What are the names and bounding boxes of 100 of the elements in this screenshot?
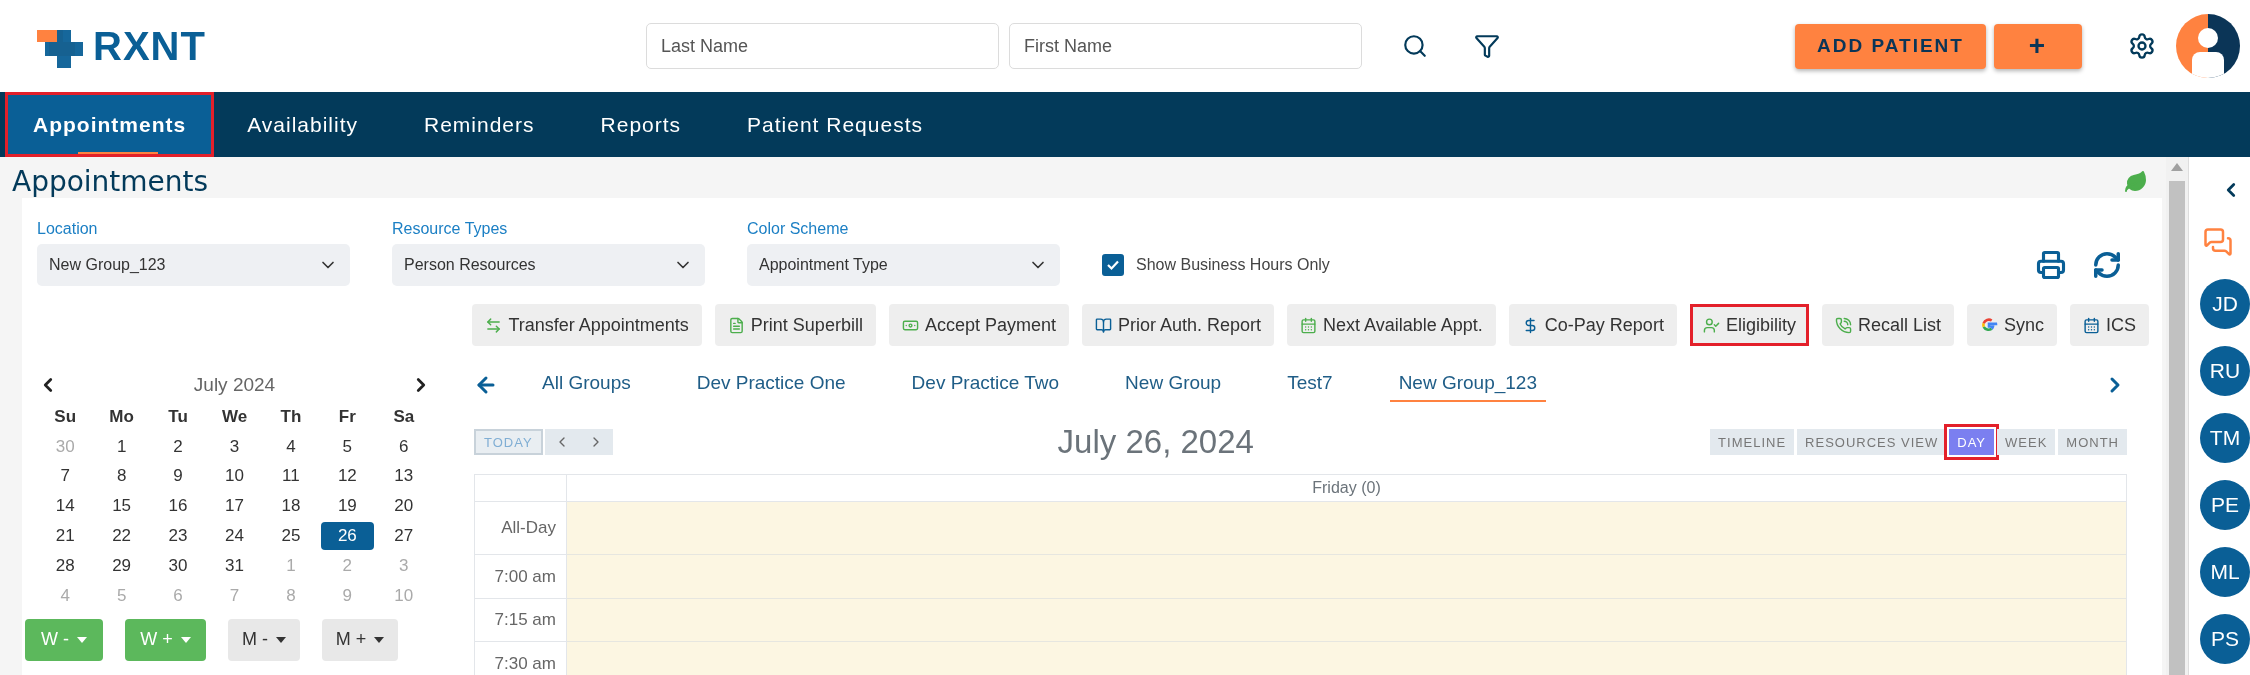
calendar-day[interactable]: 28 (38, 551, 92, 580)
refresh-icon[interactable] (2092, 250, 2122, 280)
weekday-label: Mo (109, 406, 134, 427)
calendar-day[interactable]: 12 (320, 462, 374, 491)
calendar-day[interactable]: 26 (320, 522, 374, 551)
caret-icon (374, 636, 385, 643)
calendar-icon (1300, 316, 1318, 334)
calendar-day[interactable]: 29 (95, 551, 149, 580)
phone-icon (1834, 316, 1852, 334)
caret-icon (180, 636, 191, 643)
weekday-label: Tu (168, 406, 188, 427)
weekday-label: We (221, 406, 248, 427)
toolbar-button[interactable]: Sync (1966, 304, 2057, 346)
user-initials-avatar[interactable]: RU (2200, 346, 2250, 396)
toolbar-button[interactable]: Eligibility (1689, 304, 1809, 346)
calendar-day[interactable]: 16 (151, 492, 205, 521)
user-initials-avatar[interactable]: TM (2200, 413, 2250, 463)
calendar-day[interactable]: 20 (377, 492, 431, 521)
user-initials-avatar[interactable]: PS (2200, 614, 2250, 664)
nav-tab[interactable]: Availability (214, 92, 391, 157)
checkmark-icon (1106, 258, 1120, 272)
add-patient-button[interactable]: ADD PATIENT (1795, 23, 1986, 69)
view-button[interactable]: RESOURCES VIEW (1797, 429, 1947, 455)
calendar-day[interactable]: 22 (95, 522, 149, 551)
calendar-day[interactable]: 7 (38, 462, 92, 491)
group-tab[interactable]: Test7 (1278, 368, 1342, 402)
toolbar-button[interactable]: Next Available Appt. (1287, 304, 1496, 346)
toolbar-button[interactable]: ICS (2070, 304, 2149, 346)
user-avatar[interactable] (2176, 14, 2240, 78)
filter-label: Location (37, 220, 99, 238)
calendar-day[interactable]: 9 (151, 462, 205, 491)
document-icon (727, 316, 745, 334)
calendar-day[interactable]: 6 (377, 432, 431, 461)
calendar-day[interactable]: 15 (95, 492, 149, 521)
calendar-day[interactable]: 14 (38, 492, 92, 521)
user-initials-avatar[interactable]: PE (2200, 480, 2250, 530)
filter-select[interactable]: New Group_123 (37, 244, 350, 286)
name-search-field[interactable]: Last Name (645, 23, 999, 69)
business-hours-checkbox[interactable] (1102, 254, 1124, 276)
range-dropdown-button[interactable]: M + (322, 618, 398, 661)
view-button[interactable]: TIMELINE (1710, 429, 1795, 455)
page-title: Appointments (12, 165, 209, 198)
calendar-day[interactable]: 10 (208, 462, 261, 491)
calendar-day[interactable]: 1 (95, 432, 149, 461)
calendar-day[interactable]: 24 (208, 522, 261, 551)
calendar-day[interactable]: 4 (264, 432, 318, 461)
group-tab[interactable]: Dev Practice Two (902, 368, 1069, 402)
book-icon (1094, 316, 1112, 334)
toolbar-button[interactable]: Co-Pay Report (1508, 304, 1677, 346)
filter-icon[interactable] (1473, 33, 1500, 59)
calendar-day[interactable]: 17 (208, 492, 261, 521)
search-icon[interactable] (1401, 33, 1428, 59)
calendar-day[interactable]: 19 (320, 492, 374, 521)
toolbar-button[interactable]: Prior Auth. Report (1081, 304, 1275, 346)
view-button[interactable]: WEEK (1997, 429, 2056, 455)
calendar-day[interactable]: 18 (264, 492, 318, 521)
user-initials-avatar[interactable]: JD (2200, 279, 2250, 329)
checkbox-label: Show Business Hours Only (1136, 256, 1330, 274)
user-check-icon (1702, 316, 1720, 334)
group-tab[interactable]: New Group_123 (1389, 368, 1546, 402)
view-button[interactable]: MONTH (2058, 429, 2127, 455)
filter-select[interactable]: Person Resources (392, 244, 705, 286)
toolbar-button[interactable]: Accept Payment (888, 304, 1069, 346)
add-button[interactable]: + (1994, 23, 2082, 69)
calendar-title: July 26, 2024 (1057, 423, 1254, 461)
calendar-day[interactable]: 30 (151, 551, 205, 580)
calendar-day[interactable]: 25 (264, 522, 318, 551)
calendar-day[interactable]: 8 (95, 462, 149, 491)
calendar-day[interactable]: 13 (377, 462, 431, 491)
month-label: July 2024 (193, 374, 276, 396)
calendar-icon (2083, 316, 2100, 334)
toolbar-button[interactable]: Print Superbill (714, 304, 876, 346)
filter-select[interactable]: Appointment Type (747, 244, 1060, 286)
name-search-field[interactable]: First Name (1008, 23, 1362, 69)
calendar-day[interactable]: 27 (377, 522, 431, 551)
user-initials-avatar[interactable]: ML (2200, 547, 2250, 597)
group-tab[interactable]: All Groups (533, 368, 640, 402)
scrollbar[interactable] (2166, 157, 2188, 675)
google-logo-icon (1979, 316, 1998, 334)
calendar-day[interactable]: 21 (38, 522, 92, 551)
nav-tab[interactable]: Reports (567, 92, 715, 157)
calendar-day[interactable]: 11 (264, 462, 318, 491)
calendar-day[interactable]: 31 (208, 551, 261, 580)
range-dropdown-button[interactable]: M - (228, 618, 300, 661)
settings-icon[interactable] (2128, 32, 2156, 60)
group-tab[interactable]: Dev Practice One (687, 368, 855, 402)
calendar-day[interactable]: 2 (151, 432, 205, 461)
weekday-label: Th (280, 406, 302, 427)
group-tab[interactable]: New Group (1116, 368, 1231, 402)
toolbar-button[interactable]: Transfer Appointments (472, 304, 702, 346)
caret-icon (276, 636, 286, 643)
toolbar-button[interactable]: Recall List (1821, 304, 1954, 346)
nav-tab[interactable]: Reminders (391, 92, 568, 157)
calendar-day[interactable]: 3 (208, 432, 261, 461)
calendar-day[interactable]: 23 (151, 522, 205, 551)
transfer-arrows-icon (485, 316, 503, 334)
nav-tab[interactable]: Patient Requests (714, 92, 956, 157)
print-icon[interactable] (2036, 250, 2066, 280)
calendar-day[interactable]: 5 (320, 432, 374, 461)
nav-tab[interactable]: Appointments (5, 92, 215, 157)
